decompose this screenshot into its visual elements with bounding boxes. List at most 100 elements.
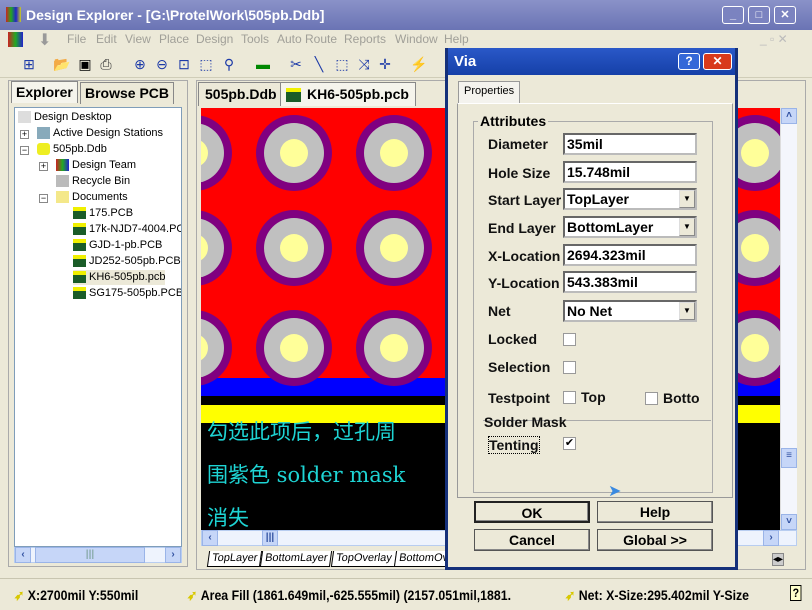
dialog-close-button[interactable]: ✕ xyxy=(703,53,732,70)
tree-file[interactable]: JD252-505pb.PCB xyxy=(73,254,181,269)
layer-tab-top-overlay[interactable]: TopOverlay xyxy=(330,551,397,567)
tree-file[interactable]: GJD-1-pb.PCB xyxy=(73,238,162,253)
scroll-up-icon[interactable]: ˄ xyxy=(781,108,797,124)
menu-help[interactable]: Help xyxy=(444,32,469,46)
tab-browse-pcb[interactable]: Browse PCB xyxy=(80,82,175,104)
expand-icon[interactable]: + xyxy=(20,130,29,139)
cut-icon[interactable]: ✂ xyxy=(287,55,305,73)
zoom-fit-icon[interactable]: ⊡ xyxy=(175,55,193,73)
testpoint-top-checkbox[interactable] xyxy=(563,391,576,404)
scroll-left-icon[interactable]: ‹ xyxy=(202,530,218,546)
y-location-input[interactable]: 543.383mil xyxy=(563,271,697,293)
wand-icon[interactable]: ⚡ xyxy=(410,55,428,73)
hole-size-input[interactable]: 15.748mil xyxy=(563,161,697,183)
help-button[interactable]: Help xyxy=(597,501,713,523)
tree-item-database[interactable]: 505pb.Ddb xyxy=(37,142,107,157)
start-layer-select[interactable]: TopLayer ▼ xyxy=(563,188,697,210)
board-icon[interactable]: ▬ xyxy=(254,55,272,73)
zoom-out-icon[interactable]: ⊖ xyxy=(153,55,171,73)
via[interactable] xyxy=(741,334,769,362)
locked-checkbox[interactable] xyxy=(563,333,576,346)
minimize-button[interactable]: _ xyxy=(722,6,744,24)
collapse-icon[interactable]: − xyxy=(20,146,29,155)
deselect-icon[interactable]: ⤨ xyxy=(355,55,373,73)
tree-file[interactable]: 17k-NJD7-4004.PCB xyxy=(73,222,181,237)
scroll-left-icon[interactable]: ‹ xyxy=(15,547,31,563)
tab-kh6-pcb[interactable]: KH6-505pb.pcb xyxy=(280,82,416,106)
zoom-select-icon[interactable]: ⚲ xyxy=(220,55,238,73)
menu-tools[interactable]: Tools xyxy=(241,32,269,46)
scroll-thumb[interactable]: ≡ xyxy=(781,448,797,468)
close-button[interactable]: ✕ xyxy=(774,6,796,24)
move-icon[interactable]: ✛ xyxy=(376,55,394,73)
dialog-help-button[interactable]: ? xyxy=(678,53,700,70)
open-icon[interactable]: 📂 xyxy=(53,55,71,73)
testpoint-bottom-checkbox[interactable] xyxy=(645,392,658,405)
scroll-down-icon[interactable]: ˅ xyxy=(781,514,797,530)
tree-item-recycle-bin[interactable]: Recycle Bin xyxy=(56,174,130,189)
print-icon[interactable]: ⎙ xyxy=(97,55,115,73)
menu-auto-route[interactable]: Auto Route xyxy=(277,32,337,46)
layer-tab-bottom[interactable]: BottomLayer xyxy=(260,551,333,567)
menu-place[interactable]: Place xyxy=(159,32,189,46)
tree-file[interactable]: SG175-505pb.PCB xyxy=(73,286,181,301)
chevron-down-icon[interactable]: ▼ xyxy=(679,302,695,320)
back-arrow-icon[interactable]: ⬇ xyxy=(38,30,51,50)
doc-minimize-button[interactable]: _ ▫ ✕ xyxy=(760,32,788,46)
help-icon[interactable]: ? xyxy=(790,585,802,601)
scroll-right-icon[interactable]: › xyxy=(763,530,779,546)
via[interactable] xyxy=(380,139,408,167)
save-icon[interactable]: ▣ xyxy=(76,55,94,73)
global-button[interactable]: Global >> xyxy=(597,529,713,551)
tree-item-design-desktop[interactable]: Design Desktop xyxy=(18,110,112,125)
tree-horizontal-scrollbar[interactable]: ‹ ||| › xyxy=(14,547,182,563)
via[interactable] xyxy=(741,234,769,262)
scroll-right-icon[interactable]: › xyxy=(165,547,181,563)
cancel-button[interactable]: Cancel xyxy=(474,529,590,551)
selection-checkbox[interactable] xyxy=(563,361,576,374)
menu-file[interactable]: File xyxy=(67,32,86,46)
tree-item-stations[interactable]: Active Design Stations xyxy=(37,126,163,141)
via[interactable] xyxy=(380,234,408,262)
layer-tab-scroll-icon[interactable]: ◂▸ xyxy=(772,553,785,566)
select-icon[interactable]: ⬚ xyxy=(333,55,351,73)
menu-design[interactable]: Design xyxy=(196,32,233,46)
menu-edit[interactable]: Edit xyxy=(96,32,117,46)
via[interactable] xyxy=(280,139,308,167)
scroll-thumb[interactable]: ||| xyxy=(262,530,278,546)
tenting-checkbox[interactable]: ✔ xyxy=(563,437,576,450)
collapse-icon[interactable]: − xyxy=(39,194,48,203)
menu-reports[interactable]: Reports xyxy=(344,32,386,46)
diameter-input[interactable]: 35mil xyxy=(563,133,697,155)
zoom-area-icon[interactable]: ⬚ xyxy=(197,55,215,73)
x-location-input[interactable]: 2694.323mil xyxy=(563,244,697,266)
maximize-button[interactable]: □ xyxy=(748,6,770,24)
zoom-in-icon[interactable]: ⊕ xyxy=(131,55,149,73)
layer-tab-top[interactable]: TopLayer xyxy=(206,551,263,567)
menu-view[interactable]: View xyxy=(125,32,151,46)
tree-file[interactable]: 175.PCB xyxy=(73,206,133,221)
via[interactable] xyxy=(741,139,769,167)
scroll-thumb[interactable]: ||| xyxy=(35,547,145,563)
via[interactable] xyxy=(280,234,308,262)
end-layer-select[interactable]: BottomLayer ▼ xyxy=(563,216,697,238)
via[interactable] xyxy=(280,334,308,362)
tab-properties[interactable]: Properties xyxy=(458,81,521,103)
tree-item-documents[interactable]: Documents xyxy=(56,190,128,205)
expand-icon[interactable]: + xyxy=(39,162,48,171)
tab-explorer[interactable]: Explorer xyxy=(11,81,78,103)
dialog-title: Via xyxy=(454,53,477,70)
chevron-down-icon[interactable]: ▼ xyxy=(679,190,695,208)
selection-label: Selection xyxy=(488,359,551,375)
tree-icon[interactable]: ⊞ xyxy=(20,55,38,73)
chevron-down-icon[interactable]: ▼ xyxy=(679,218,695,236)
via[interactable] xyxy=(380,334,408,362)
ok-button[interactable]: OK xyxy=(474,501,590,523)
net-select[interactable]: No Net ▼ xyxy=(563,300,697,322)
tree-file-selected[interactable]: KH6-505pb.pcb xyxy=(73,270,166,285)
menu-window[interactable]: Window xyxy=(395,32,438,46)
tree-item-design-team[interactable]: Design Team xyxy=(56,158,136,173)
wire-icon[interactable]: ╲ xyxy=(310,55,328,73)
tab-505pb-ddb[interactable]: 505pb.Ddb xyxy=(198,82,284,106)
vertical-scrollbar[interactable]: ˄ ≡ ˅ xyxy=(780,108,797,530)
